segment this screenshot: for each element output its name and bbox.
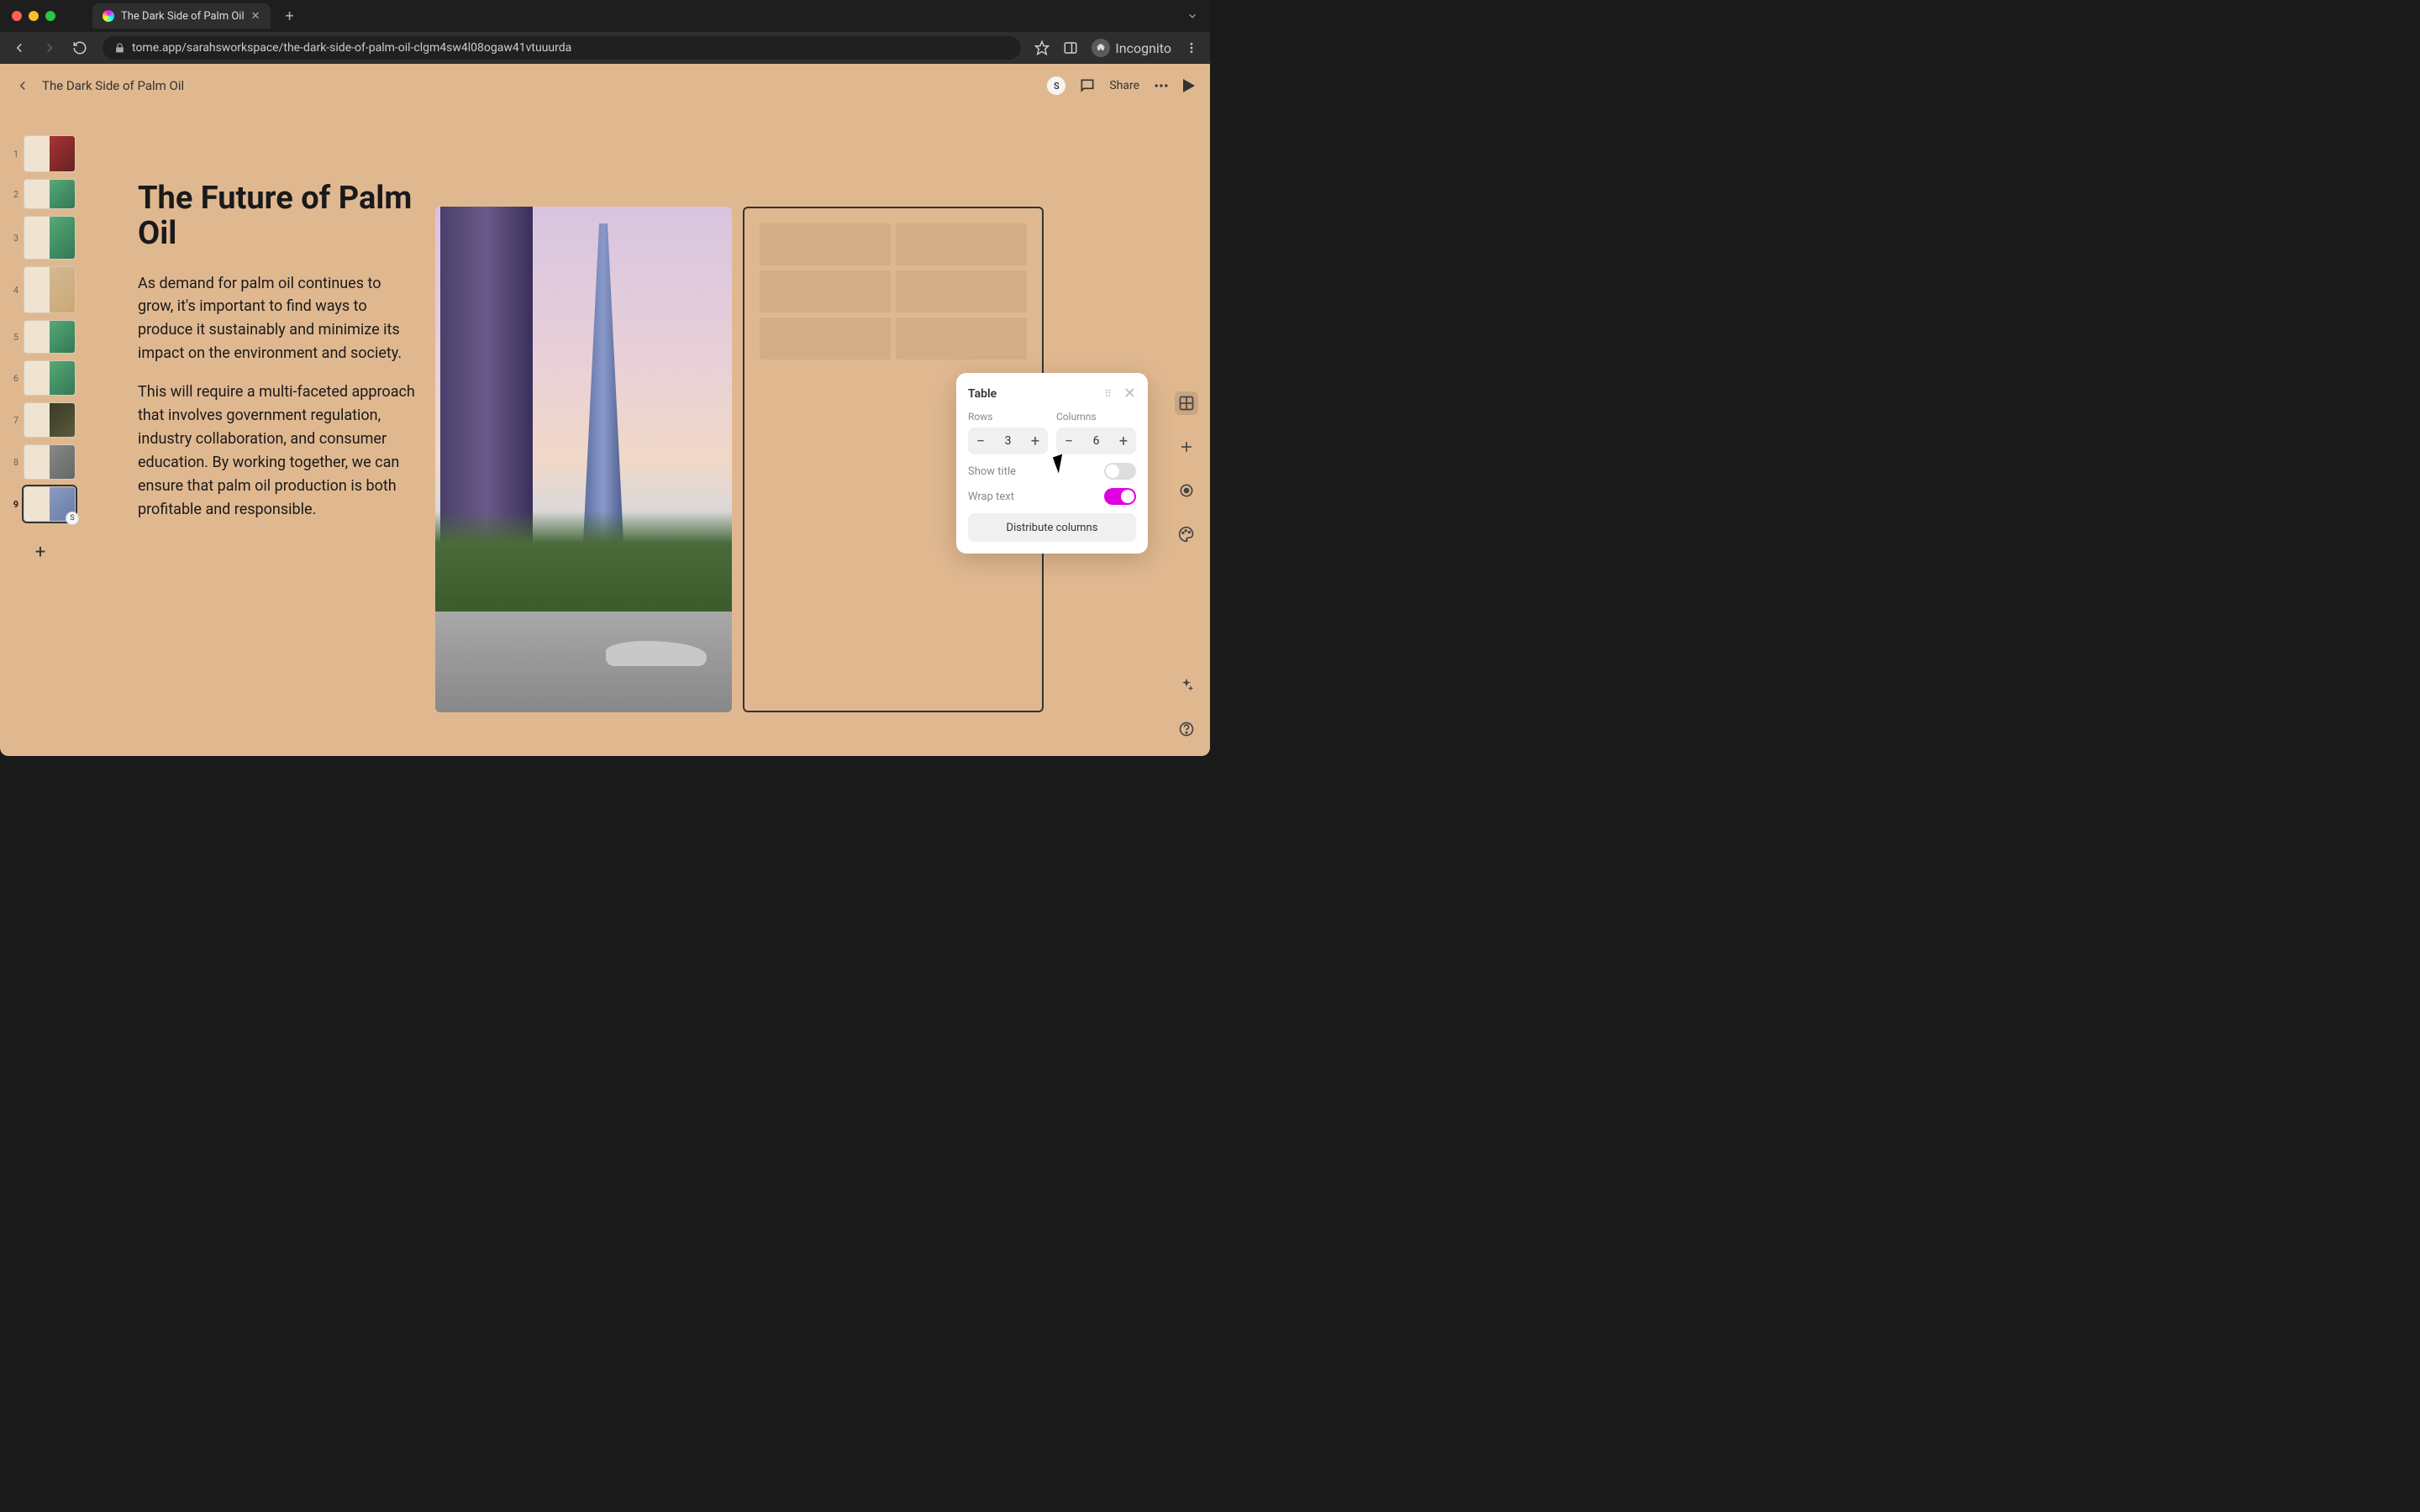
url-bar[interactable]: tome.app/sarahsworkspace/the-dark-side-o…: [103, 36, 1021, 60]
popover-title: Table: [968, 387, 997, 401]
user-avatar[interactable]: S: [1047, 76, 1065, 95]
browser-tab[interactable]: The Dark Side of Palm Oil ✕: [92, 3, 271, 29]
thumb-number: 5: [10, 332, 18, 343]
slide-thumbnails: 1 2 3 4 5 6 7 8 9 S +: [10, 135, 76, 567]
slide-thumbnail[interactable]: [24, 402, 76, 438]
incognito-label: Incognito: [1115, 40, 1171, 56]
lock-icon: [114, 43, 125, 54]
thumb-number: 7: [10, 415, 18, 426]
table-cell[interactable]: [896, 270, 1027, 312]
present-button[interactable]: [1183, 79, 1195, 92]
more-menu-icon[interactable]: [1153, 77, 1170, 94]
slide-thumbnail[interactable]: [24, 320, 76, 354]
thumb-number: 9: [10, 499, 18, 510]
slide-thumbnail[interactable]: [24, 135, 76, 172]
thumb-number: 1: [10, 149, 18, 160]
document-title[interactable]: The Dark Side of Palm Oil: [42, 78, 184, 93]
browser-menu-icon[interactable]: [1185, 41, 1198, 55]
slide-image-block[interactable]: [435, 207, 732, 712]
wrap-text-label: Wrap text: [968, 491, 1014, 503]
columns-decrement-button[interactable]: −: [1056, 433, 1081, 450]
window-minimize-button[interactable]: [29, 11, 39, 21]
app-header: The Dark Side of Palm Oil S Share: [0, 64, 1210, 108]
right-toolbar-bottom: [1175, 674, 1198, 741]
thumb-number: 3: [10, 233, 18, 244]
wrap-text-toggle[interactable]: [1104, 488, 1136, 505]
incognito-badge[interactable]: Incognito: [1092, 39, 1171, 57]
window-maximize-button[interactable]: [45, 11, 55, 21]
tabs-overflow-icon[interactable]: [1186, 10, 1198, 22]
table-cell[interactable]: [760, 318, 891, 360]
table-cell[interactable]: [760, 223, 891, 265]
columns-increment-button[interactable]: +: [1111, 433, 1136, 450]
columns-label: Columns: [1056, 411, 1136, 423]
back-button[interactable]: [12, 40, 29, 55]
thumb-number: 6: [10, 373, 18, 384]
thumb-number: 8: [10, 457, 18, 468]
table-cell[interactable]: [760, 270, 891, 312]
record-tool-icon[interactable]: [1175, 479, 1198, 502]
bookmark-icon[interactable]: [1034, 40, 1050, 55]
rows-decrement-button[interactable]: −: [968, 433, 993, 450]
add-slide-button[interactable]: +: [25, 537, 55, 567]
tab-close-icon[interactable]: ✕: [251, 10, 260, 23]
share-button[interactable]: Share: [1109, 79, 1139, 92]
slide-body-paragraph[interactable]: As demand for palm oil continues to grow…: [138, 272, 415, 366]
app-canvas: The Dark Side of Palm Oil S Share 1 2 3 …: [0, 64, 1210, 756]
distribute-columns-button[interactable]: Distribute columns: [968, 513, 1136, 542]
close-icon[interactable]: ✕: [1123, 385, 1136, 402]
table-settings-popover: Table ⠿ ✕ Rows − 3 + Columns − 6 +: [956, 373, 1148, 554]
drag-handle-icon[interactable]: ⠿: [1104, 388, 1113, 400]
add-tool-icon[interactable]: [1175, 435, 1198, 459]
columns-stepper: − 6 +: [1056, 428, 1136, 454]
app-back-button[interactable]: [15, 78, 30, 93]
slide-thumbnail[interactable]: [24, 179, 76, 209]
rows-label: Rows: [968, 411, 1048, 423]
thumb-number: 4: [10, 285, 18, 296]
thumb-number: 2: [10, 189, 18, 200]
ai-sparkle-icon[interactable]: [1175, 674, 1198, 697]
comments-icon[interactable]: [1079, 77, 1096, 94]
right-toolbar: [1175, 391, 1198, 546]
show-title-label: Show title: [968, 465, 1016, 478]
rows-increment-button[interactable]: +: [1023, 433, 1048, 450]
reload-button[interactable]: [72, 40, 89, 55]
window-close-button[interactable]: [12, 11, 22, 21]
table-cell[interactable]: [896, 223, 1027, 265]
slide-thumbnail[interactable]: [24, 266, 76, 313]
window-titlebar: The Dark Side of Palm Oil ✕ +: [0, 0, 1210, 32]
url-text: tome.app/sarahsworkspace/the-dark-side-o…: [132, 41, 1009, 55]
panel-icon[interactable]: [1063, 40, 1078, 55]
collaborator-avatar: S: [66, 512, 79, 525]
slide-thumbnail[interactable]: [24, 216, 76, 260]
slide-title[interactable]: The Future of Palm Oil: [138, 181, 415, 252]
rows-stepper: − 3 +: [968, 428, 1048, 454]
tab-favicon-icon: [103, 10, 114, 22]
slide-thumbnail[interactable]: [24, 360, 76, 396]
table-tool-icon[interactable]: [1175, 391, 1198, 415]
help-icon[interactable]: [1175, 717, 1198, 741]
slide-text-block[interactable]: The Future of Palm Oil As demand for pal…: [138, 181, 415, 537]
forward-button[interactable]: [42, 40, 59, 55]
incognito-icon: [1092, 39, 1110, 57]
tab-title: The Dark Side of Palm Oil: [121, 10, 245, 23]
theme-tool-icon[interactable]: [1175, 522, 1198, 546]
new-tab-button[interactable]: +: [286, 8, 294, 25]
slide-body-paragraph[interactable]: This will require a multi-faceted approa…: [138, 381, 415, 521]
browser-toolbar: tome.app/sarahsworkspace/the-dark-side-o…: [0, 32, 1210, 64]
slide-thumbnail[interactable]: [24, 444, 76, 480]
table-cell[interactable]: [896, 318, 1027, 360]
columns-value: 6: [1081, 434, 1111, 448]
show-title-toggle[interactable]: [1104, 463, 1136, 480]
rows-value: 3: [993, 434, 1023, 448]
